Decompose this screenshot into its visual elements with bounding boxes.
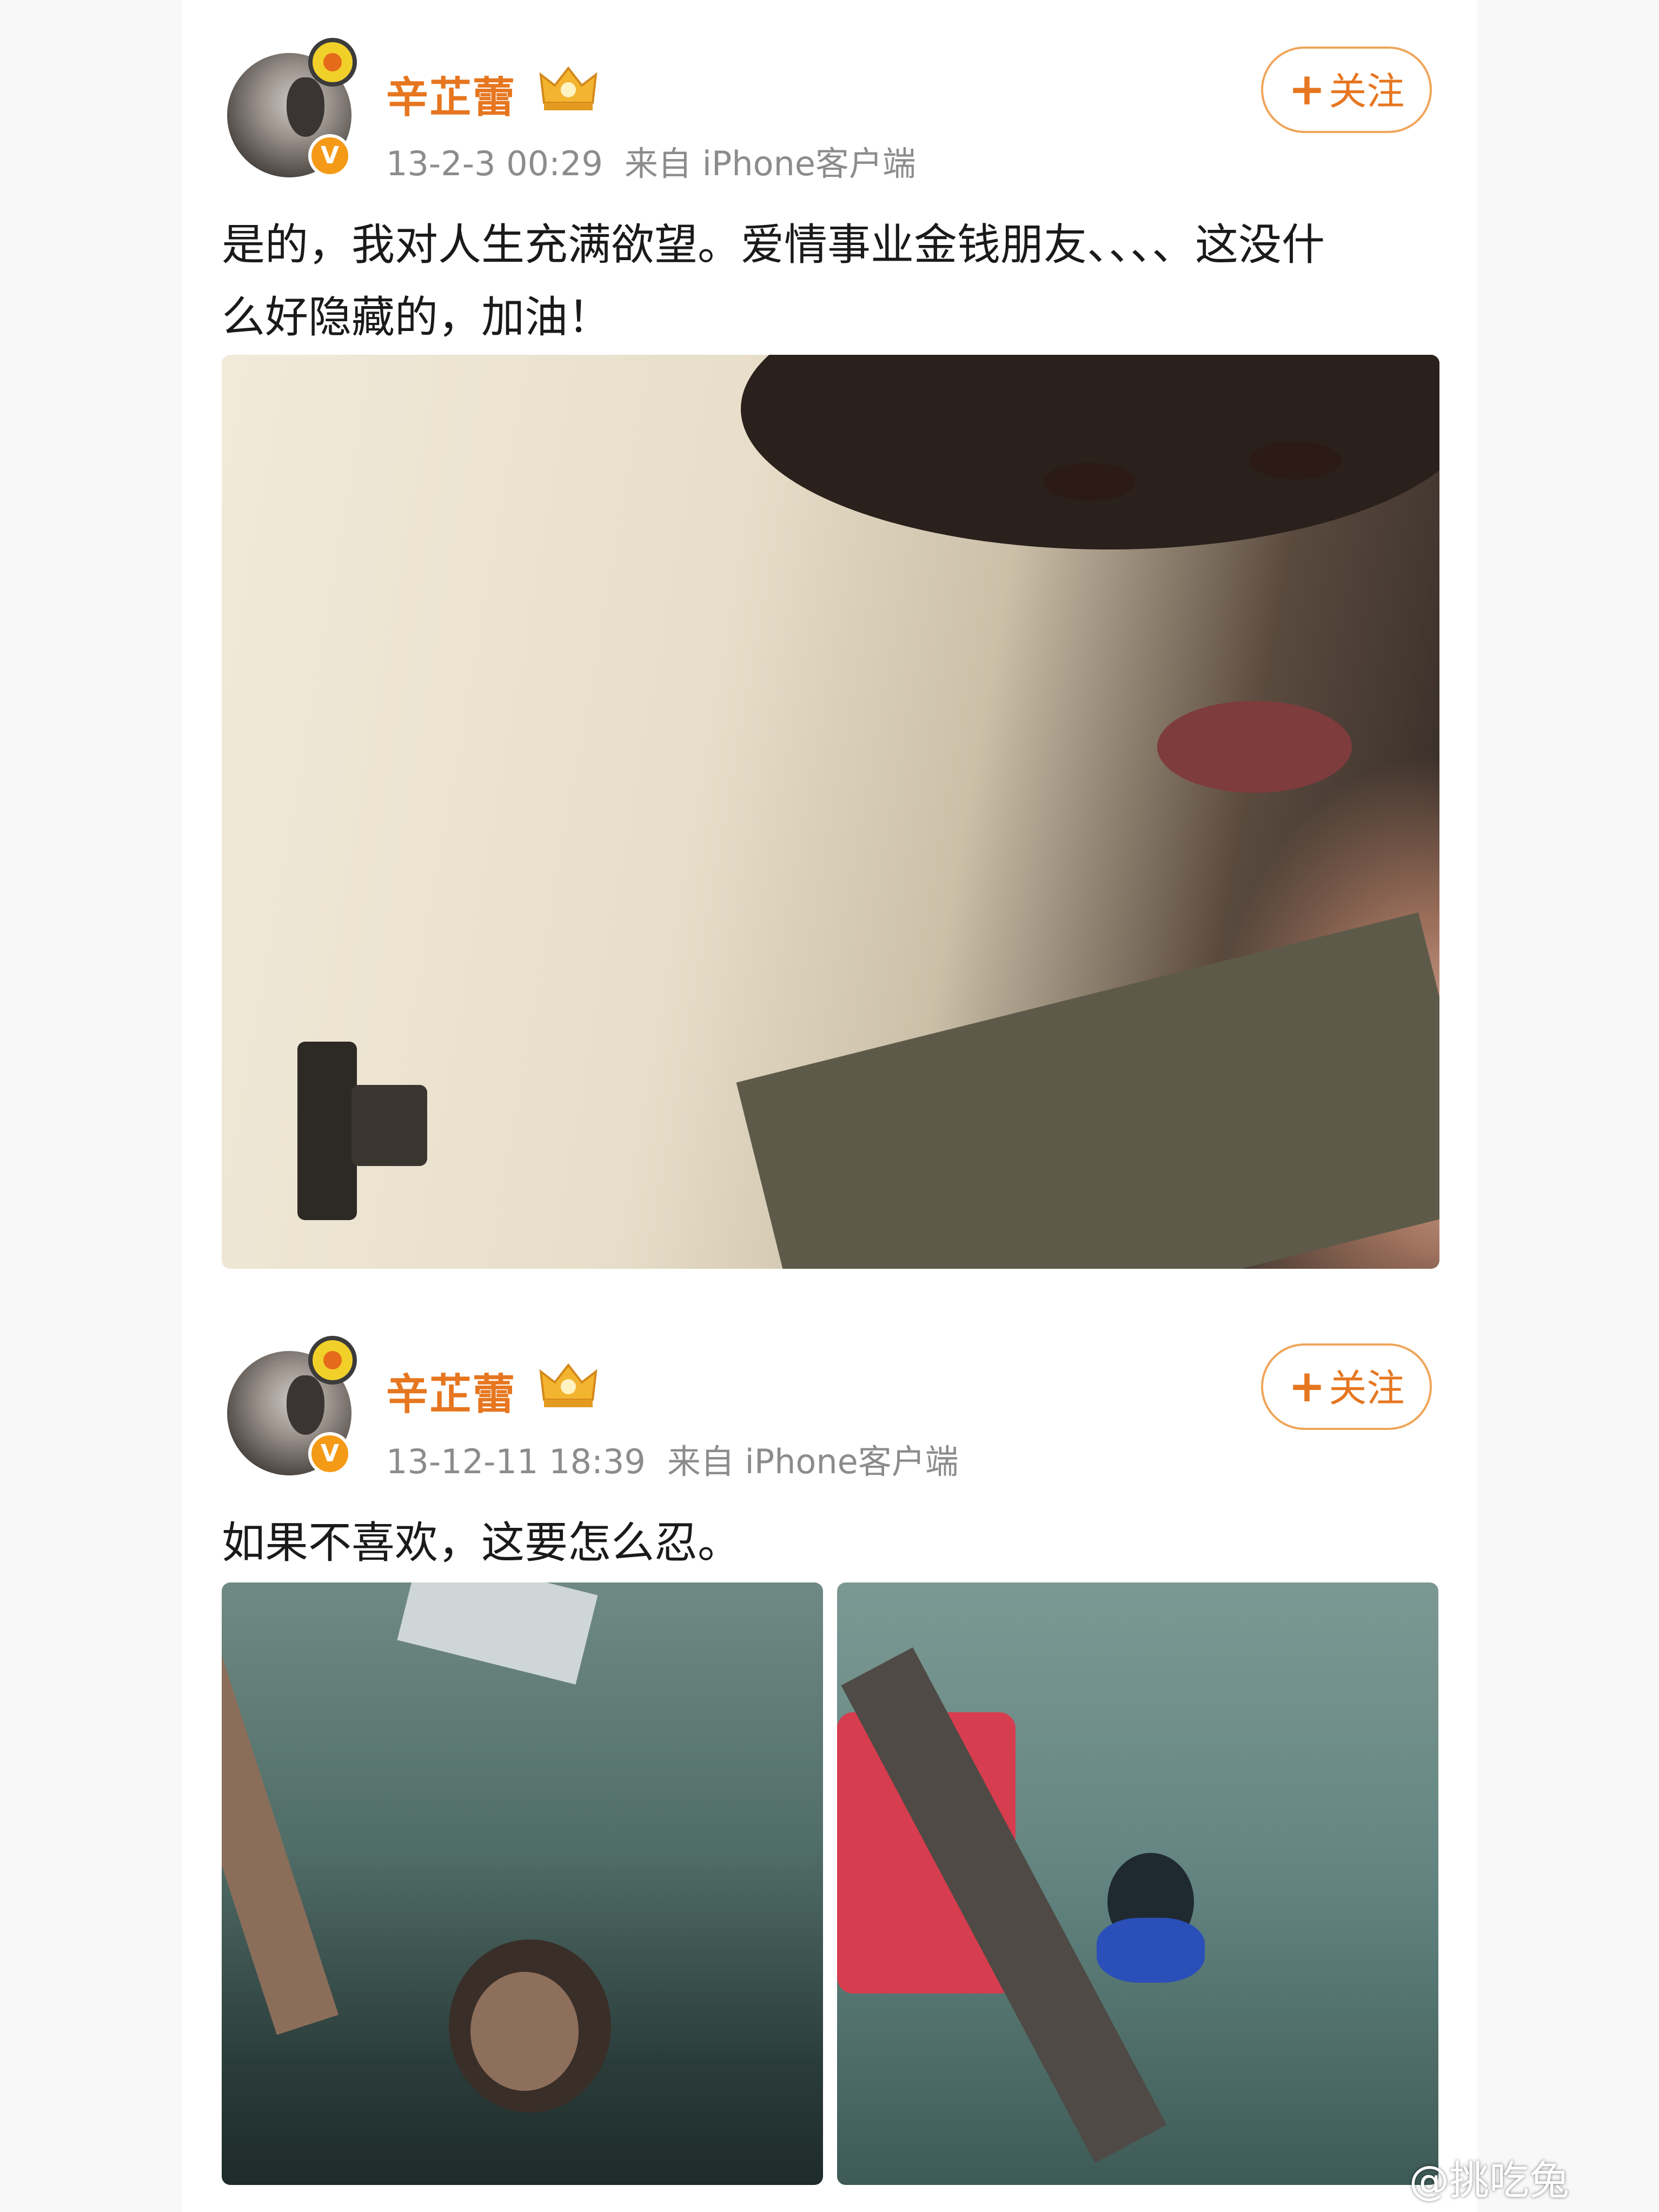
image-boat-edge <box>397 1582 598 1685</box>
crown-badge-icon <box>539 66 598 110</box>
image-face <box>470 1972 579 2091</box>
post-meta: 13-12-11 18:39 来自 iPhone客户端 <box>386 1434 959 1483</box>
weibo-watermark: @挑吃兔 <box>1409 2157 1569 2204</box>
image-device-lens <box>351 1085 427 1166</box>
post-time: 13-2-3 00:29 <box>386 144 603 183</box>
post-text-line: 是的，我对人生充满欲望。爱情事业金钱朋友、、、、这没什 <box>222 220 1325 270</box>
post-meta: 13-2-3 00:29 来自 iPhone客户端 <box>386 136 916 185</box>
author-name[interactable]: 辛芷蕾 <box>386 64 516 124</box>
left-margin <box>0 0 182 2212</box>
post-text-line: 如果不喜欢，这要怎么忍。 <box>222 1518 741 1568</box>
image-scarf <box>736 912 1439 1269</box>
avatar-hair <box>287 77 324 137</box>
avatar-decoration-icon <box>308 38 357 87</box>
post-image[interactable] <box>222 1582 823 2185</box>
image-lips <box>1157 701 1352 793</box>
plus-icon: + <box>1288 1361 1326 1412</box>
post-image[interactable] <box>837 1582 1438 2185</box>
avatar-decoration-icon <box>308 1336 357 1385</box>
verified-badge-icon: V <box>308 1432 351 1475</box>
post-source[interactable]: 来自 iPhone客户端 <box>667 1442 959 1481</box>
crown-badge-icon <box>539 1363 598 1407</box>
author-name[interactable]: 辛芷蕾 <box>386 1361 516 1421</box>
follow-button[interactable]: +关注 <box>1261 1343 1432 1430</box>
post-image[interactable] <box>222 355 1439 1269</box>
post-text-line: 么好隐藏的，加油！ <box>222 292 611 342</box>
right-margin <box>1477 0 1659 2212</box>
image-eye-right <box>1249 441 1341 479</box>
post-time: 13-12-11 18:39 <box>386 1442 646 1481</box>
plus-icon: + <box>1288 64 1326 115</box>
post-source[interactable]: 来自 iPhone客户端 <box>625 144 916 183</box>
follow-button[interactable]: +关注 <box>1261 47 1432 133</box>
follow-label: 关注 <box>1329 1366 1405 1410</box>
image-swimmer-jacket <box>1097 1918 1205 1983</box>
author-avatar[interactable]: V <box>227 1336 357 1475</box>
follow-label: 关注 <box>1329 69 1405 114</box>
image-device <box>297 1042 357 1220</box>
image-eye-left <box>1044 463 1136 501</box>
post-text: 如果不喜欢，这要怎么忍。 <box>222 1507 1444 1579</box>
avatar-hair <box>287 1375 324 1435</box>
image-rope <box>222 1582 339 2035</box>
author-avatar[interactable]: V <box>227 38 357 177</box>
verified-badge-icon: V <box>308 134 351 177</box>
post-text: 是的，我对人生充满欲望。爱情事业金钱朋友、、、、这没什 么好隐藏的，加油！ <box>222 209 1444 354</box>
weibo-feed: V 辛芷蕾 13-2-3 00:29 来自 iPhone客户端 +关注 是的，我对… <box>182 0 1569 2212</box>
